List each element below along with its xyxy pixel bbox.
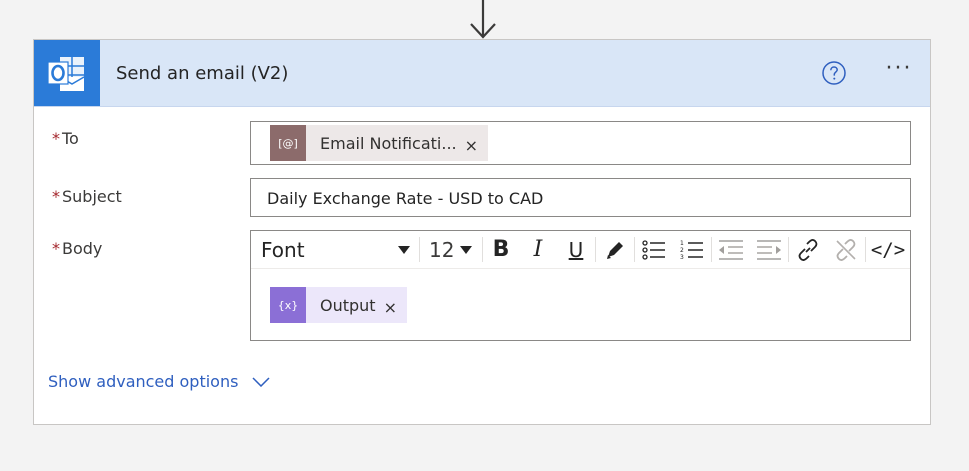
output-token[interactable]: {x} Output × xyxy=(270,287,407,323)
outlook-icon xyxy=(34,40,100,106)
unlink-icon[interactable] xyxy=(827,231,865,268)
subject-field[interactable]: Daily Exchange Rate - USD to CAD xyxy=(250,178,911,217)
rich-text-toolbar: Font 12 B I U 1 2 3 </> xyxy=(251,231,910,269)
flow-arrow-down-icon xyxy=(470,0,496,39)
subject-value: Daily Exchange Rate - USD to CAD xyxy=(267,189,544,208)
subject-label-text: Subject xyxy=(62,187,122,206)
ellipsis-icon[interactable]: ··· xyxy=(882,58,916,84)
svg-text:1: 1 xyxy=(680,240,684,247)
numbered-list-icon[interactable]: 1 2 3 xyxy=(673,231,711,268)
show-advanced-options-link[interactable]: Show advanced options xyxy=(48,372,270,391)
svg-text:2: 2 xyxy=(680,247,684,254)
required-mark: * xyxy=(52,239,60,258)
variable-token-icon: {x} xyxy=(270,287,306,323)
caret-down-icon xyxy=(460,245,472,254)
subject-label: * Subject xyxy=(52,187,122,206)
card-header[interactable]: Send an email (V2) ··· xyxy=(34,40,930,107)
underline-button[interactable]: U xyxy=(557,231,595,268)
email-token-label: Email Notificati... xyxy=(320,133,457,153)
bold-button[interactable]: B xyxy=(483,231,519,268)
italic-button[interactable]: I xyxy=(519,231,557,268)
to-label-text: To xyxy=(62,129,79,148)
email-notification-token[interactable]: [@] Email Notificati... × xyxy=(270,125,489,161)
remove-token-button[interactable]: × xyxy=(465,136,488,155)
bullet-list-icon[interactable] xyxy=(635,231,673,268)
required-mark: * xyxy=(52,129,60,148)
font-select[interactable]: Font xyxy=(251,231,419,268)
decrease-indent-icon[interactable] xyxy=(712,231,750,268)
increase-indent-icon[interactable] xyxy=(750,231,788,268)
pen-color-icon[interactable] xyxy=(596,231,634,268)
required-mark: * xyxy=(52,187,60,206)
font-size-select[interactable]: 12 xyxy=(421,231,481,268)
font-size-value: 12 xyxy=(429,237,455,262)
output-token-label: Output xyxy=(320,295,376,315)
send-email-action-card: Send an email (V2) ··· * To [@] Email Not… xyxy=(33,39,931,425)
to-label: * To xyxy=(52,129,79,148)
card-title: Send an email (V2) xyxy=(116,63,289,84)
font-select-value: Font xyxy=(261,237,305,262)
question-circle-icon[interactable] xyxy=(822,61,846,85)
caret-down-icon xyxy=(398,245,410,254)
remove-token-button[interactable]: × xyxy=(384,298,407,317)
svg-text:3: 3 xyxy=(680,254,684,261)
email-token-icon: [@] xyxy=(270,125,306,161)
body-label-text: Body xyxy=(62,239,103,258)
body-label: * Body xyxy=(52,239,102,258)
link-icon[interactable] xyxy=(789,231,827,268)
body-editor[interactable]: Font 12 B I U 1 2 3 </> {x} Output × xyxy=(250,230,911,341)
code-view-button[interactable]: </> xyxy=(866,231,910,268)
to-field[interactable]: [@] Email Notificati... × xyxy=(250,121,911,165)
chevron-down-icon xyxy=(252,376,270,387)
show-advanced-options-label: Show advanced options xyxy=(48,372,239,391)
